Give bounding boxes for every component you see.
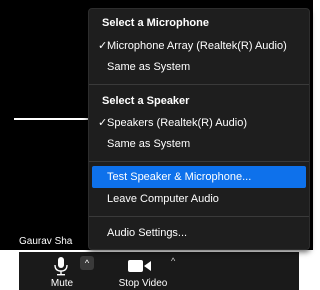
speaker-option-realtek[interactable]: ✓ Speakers (Realtek(R) Audio) — [92, 112, 306, 134]
microphone-icon — [54, 257, 68, 276]
menu-action-label: Audio Settings... — [107, 227, 188, 239]
video-options-caret[interactable]: ^ — [171, 256, 175, 266]
check-icon: ✓ — [98, 40, 108, 52]
audio-options-caret[interactable]: ^ — [80, 256, 94, 270]
microphone-option-label: Same as System — [107, 61, 191, 73]
microphone-option-realtek[interactable]: ✓ Microphone Array (Realtek(R) Audio) — [92, 35, 306, 57]
microphone-heading: Select a Microphone — [102, 17, 209, 29]
menu-action-label: Leave Computer Audio — [107, 193, 219, 205]
menu-separator — [89, 161, 309, 162]
menu-separator — [89, 84, 309, 85]
mute-button[interactable]: Mute — [42, 254, 82, 290]
menu-action-label: Test Speaker & Microphone... — [107, 171, 252, 183]
speaker-heading: Select a Speaker — [102, 95, 190, 107]
microphone-option-same-as-system[interactable]: Same as System — [92, 56, 306, 78]
stop-video-label: Stop Video — [118, 278, 168, 289]
speaker-option-label: Speakers (Realtek(R) Audio) — [107, 117, 248, 129]
audio-options-menu: Select a Microphone ✓ Microphone Array (… — [88, 8, 310, 250]
menu-separator — [89, 216, 309, 217]
speaker-option-label: Same as System — [107, 138, 191, 150]
leave-computer-audio-item[interactable]: Leave Computer Audio — [92, 188, 306, 210]
video-camera-icon — [128, 260, 151, 272]
stop-video-button[interactable]: Stop Video — [113, 254, 173, 290]
check-icon: ✓ — [98, 117, 108, 129]
microphone-option-label: Microphone Array (Realtek(R) Audio) — [107, 40, 287, 52]
test-speaker-microphone-item[interactable]: Test Speaker & Microphone... — [92, 166, 306, 188]
participant-name: Gaurav Sha — [19, 236, 73, 247]
audio-settings-item[interactable]: Audio Settings... — [92, 222, 306, 244]
mute-label: Mute — [50, 278, 74, 289]
speaker-option-same-as-system[interactable]: Same as System — [92, 133, 306, 155]
